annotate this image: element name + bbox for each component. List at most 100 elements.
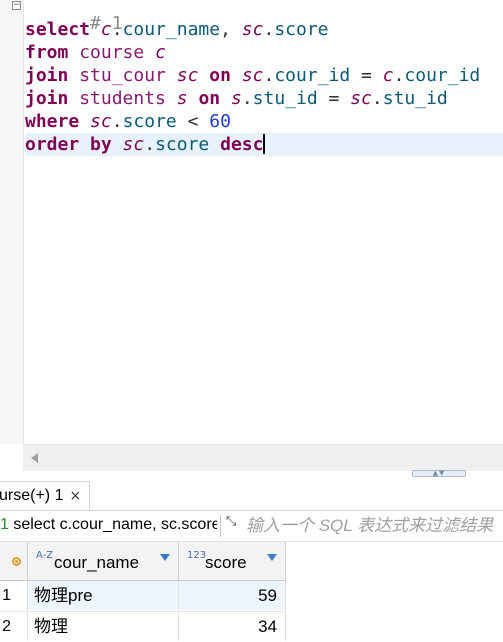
sort-filter-icon[interactable]	[267, 554, 277, 561]
code-token: score	[274, 19, 329, 40]
code-token: .	[263, 65, 275, 86]
tab-result[interactable]: urse(+) 1 ×	[0, 481, 91, 510]
code-token: c	[155, 42, 166, 63]
code-token: cour_name	[122, 19, 221, 40]
query-filter-bar: 1 select c.cour_name, sc.score ⤡	[0, 511, 503, 542]
code-token: order by	[25, 134, 112, 155]
cell-score[interactable]: 59	[179, 581, 286, 610]
table-row[interactable]: 2 物理 34	[0, 611, 286, 641]
sort-filter-icon[interactable]	[160, 554, 170, 561]
code-area[interactable]: # 1 select c.cour_name, sc.score from cou…	[25, 0, 503, 444]
code-token: <	[176, 111, 210, 132]
code-token: stu_id	[382, 88, 448, 109]
code-token: sc	[176, 65, 199, 86]
filter-input[interactable]	[246, 514, 503, 538]
horizontal-scrollbar[interactable]	[23, 444, 503, 471]
editor-gutter: −	[0, 0, 24, 444]
scroll-left-icon[interactable]	[31, 453, 38, 463]
code-line-comment: # 1	[25, 0, 503, 33]
cell-score[interactable]: 34	[179, 612, 286, 641]
code-token: sc	[241, 19, 264, 40]
code-line[interactable]: join stu_cour sc on sc.cour_id = c.cour_…	[25, 64, 503, 87]
number-type-icon: 123	[187, 550, 207, 561]
column-header-cour-name[interactable]: A-Z cour_name	[28, 542, 179, 580]
query-number: 1	[0, 516, 9, 533]
sash-arrows-icon: ▲▼	[432, 469, 446, 477]
code-token: join	[25, 88, 69, 109]
column-header-score[interactable]: 123 score	[179, 542, 286, 580]
code-token: =	[317, 88, 351, 109]
code-token: .	[393, 65, 405, 86]
row-number: 1	[0, 581, 28, 610]
code-token: sc	[122, 134, 145, 155]
cell-cour-name[interactable]: 物理pre	[28, 581, 179, 610]
results-grid: A-Z cour_name 123 score 1 物理pre 59 2 物理 …	[0, 542, 503, 642]
code-token: cour_id	[404, 65, 481, 86]
sql-editor[interactable]: − # 1 select c.cour_name, sc.score from c…	[0, 0, 503, 471]
code-token: =	[350, 65, 383, 86]
executed-query-text: 1 select c.cour_name, sc.score	[0, 516, 217, 534]
code-token: students	[79, 88, 166, 109]
code-token: .	[241, 88, 253, 109]
code-token: course	[79, 42, 145, 63]
column-name: cour_name	[54, 553, 140, 572]
code-token: on	[198, 88, 221, 109]
grid-header: A-Z cour_name 123 score	[0, 542, 286, 581]
code-token: .	[263, 19, 275, 40]
column-name: score	[205, 553, 247, 572]
code-token: on	[209, 65, 231, 86]
code-token: stu_id	[252, 88, 318, 109]
code-token: sc	[350, 88, 372, 109]
close-icon[interactable]: ×	[69, 488, 81, 504]
panel-resize-sash[interactable]: ▲▼	[412, 470, 466, 477]
query-sql: select c.cour_name, sc.score	[8, 516, 217, 533]
grid-corner[interactable]	[0, 542, 28, 580]
code-token: score	[155, 134, 210, 155]
results-tabbar: urse(+) 1 ×	[0, 477, 503, 511]
code-token: join	[25, 65, 69, 86]
table-row[interactable]: 1 物理pre 59	[0, 581, 286, 610]
cell-cour-name[interactable]: 物理	[28, 612, 179, 641]
divider	[220, 515, 221, 537]
text-type-icon: A-Z	[36, 550, 54, 561]
code-token: .	[111, 111, 123, 132]
code-token: .	[144, 134, 156, 155]
code-line[interactable]: where sc.score < 60	[25, 110, 503, 133]
code-token: c	[100, 19, 112, 40]
code-token: ,	[220, 19, 242, 40]
code-line[interactable]: order by sc.score desc	[25, 133, 503, 156]
code-token: cour_id	[274, 65, 351, 86]
code-token: from	[25, 42, 69, 63]
code-line[interactable]: select c.cour_name, sc.score	[25, 18, 503, 41]
code-token: s	[230, 88, 242, 109]
text-caret	[263, 134, 266, 154]
code-token: where	[25, 111, 80, 132]
code-line[interactable]: join students s on s.stu_id = sc.stu_id	[25, 87, 503, 110]
code-token: sc	[241, 65, 264, 86]
fold-toggle-icon[interactable]: −	[12, 1, 21, 10]
code-token: sc	[90, 111, 112, 132]
row-number: 2	[0, 612, 28, 641]
tab-result-label: urse(+) 1	[0, 487, 64, 504]
code-token: select	[25, 19, 91, 40]
record-mode-icon[interactable]	[12, 557, 21, 566]
expand-icon[interactable]: ⤡	[226, 514, 236, 529]
code-line[interactable]: from course c	[25, 41, 503, 64]
code-token: score	[122, 111, 177, 132]
code-token: desc	[220, 134, 264, 155]
code-token: c	[382, 65, 394, 86]
code-token: .	[371, 88, 383, 109]
